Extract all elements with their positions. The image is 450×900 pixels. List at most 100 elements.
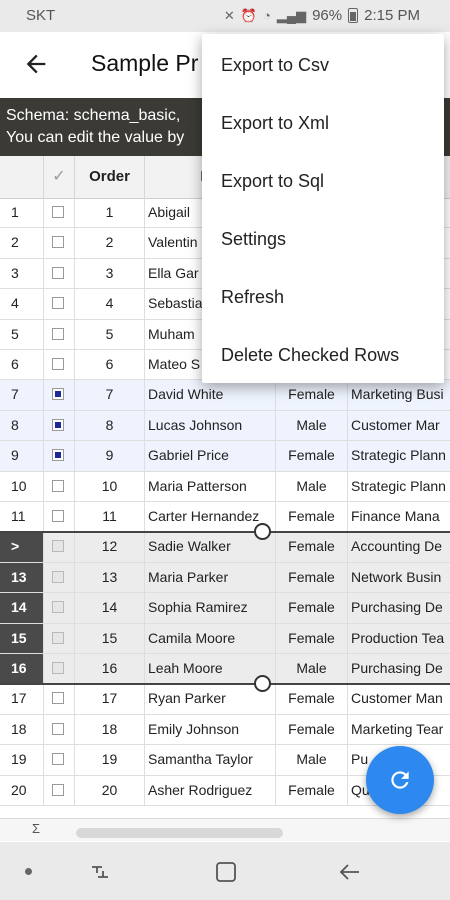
order-cell[interactable]: 8: [75, 410, 145, 441]
row-number[interactable]: 10: [0, 471, 44, 501]
row-checkbox[interactable]: [52, 266, 64, 279]
row-checkbox[interactable]: [52, 753, 64, 766]
order-cell[interactable]: 4: [75, 289, 145, 319]
gender-cell[interactable]: Female: [276, 441, 348, 471]
row-checkbox[interactable]: [52, 510, 64, 522]
order-cell[interactable]: 12: [75, 532, 145, 562]
order-cell[interactable]: 2: [75, 228, 145, 258]
team-cell[interactable]: Marketing Busi: [348, 380, 450, 410]
order-cell[interactable]: 5: [75, 319, 145, 349]
gender-cell[interactable]: Female: [276, 562, 348, 593]
row-checkbox-cell[interactable]: [44, 502, 75, 532]
row-checkbox[interactable]: [52, 418, 64, 431]
table-row[interactable]: >12 Sadie Walker Female Accounting De: [0, 532, 450, 563]
row-checkbox-cell[interactable]: [44, 410, 75, 441]
gender-cell[interactable]: Female: [276, 502, 348, 532]
row-number[interactable]: 6: [0, 350, 44, 380]
order-cell[interactable]: 6: [75, 350, 145, 380]
back-arrow-icon[interactable]: [22, 50, 50, 78]
order-cell[interactable]: 3: [75, 258, 145, 289]
row-number[interactable]: 4: [0, 289, 44, 319]
order-cell[interactable]: 7: [75, 380, 145, 410]
row-checkbox-cell[interactable]: [44, 714, 75, 745]
menu-item-export-sql[interactable]: Export to Sql: [202, 152, 444, 210]
row-checkbox[interactable]: [52, 327, 64, 340]
menu-item-settings[interactable]: Settings: [202, 210, 444, 268]
name-cell[interactable]: Gabriel Price: [145, 441, 276, 471]
table-row[interactable]: 17 17 Ryan Parker Female Customer Man: [0, 684, 450, 715]
table-row[interactable]: 7 7 David White Female Marketing Busi: [0, 380, 450, 411]
row-checkbox[interactable]: [52, 601, 64, 614]
row-number[interactable]: 11: [0, 502, 44, 532]
row-checkbox[interactable]: [52, 692, 64, 705]
row-number[interactable]: 16: [0, 654, 44, 684]
name-cell[interactable]: Maria Patterson: [145, 471, 276, 501]
row-number[interactable]: 20: [0, 775, 44, 805]
order-cell[interactable]: 20: [75, 775, 145, 805]
row-checkbox[interactable]: [52, 570, 64, 583]
row-checkbox[interactable]: [52, 236, 64, 249]
name-cell[interactable]: Camila Moore: [145, 623, 276, 653]
row-checkbox-cell[interactable]: [44, 380, 75, 410]
refresh-fab-button[interactable]: [366, 746, 434, 814]
order-cell[interactable]: 10: [75, 471, 145, 501]
table-row[interactable]: 13 13 Maria Parker Female Network Busin: [0, 562, 450, 594]
row-checkbox-cell[interactable]: [44, 562, 75, 593]
row-checkbox-cell[interactable]: [44, 654, 75, 684]
table-row[interactable]: 11 11 Carter Hernandez Female Finance Mana: [0, 502, 450, 533]
home-icon[interactable]: [214, 860, 238, 884]
name-cell[interactable]: Lucas Johnson: [145, 410, 276, 441]
row-checkbox-cell[interactable]: [44, 532, 75, 562]
row-number[interactable]: 5: [0, 319, 44, 349]
row-number[interactable]: 19: [0, 745, 44, 775]
menu-item-export-xml[interactable]: Export to Xml: [202, 94, 444, 152]
gender-cell[interactable]: Male: [276, 471, 348, 501]
row-checkbox-cell[interactable]: [44, 319, 75, 349]
name-cell[interactable]: Maria Parker: [145, 562, 276, 593]
menu-item-delete-checked-rows[interactable]: Delete Checked Rows: [202, 326, 444, 384]
gender-cell[interactable]: Female: [276, 775, 348, 805]
name-cell[interactable]: Samantha Taylor: [145, 745, 276, 775]
row-number[interactable]: 7: [0, 380, 44, 410]
row-checkbox-cell[interactable]: [44, 441, 75, 471]
order-cell[interactable]: 19: [75, 745, 145, 775]
gender-cell[interactable]: Female: [276, 380, 348, 410]
table-row[interactable]: 15 15 Camila Moore Female Production Tea: [0, 623, 450, 654]
recent-apps-icon[interactable]: [88, 860, 112, 884]
order-cell[interactable]: 11: [75, 502, 145, 532]
table-row[interactable]: 9 9 Gabriel Price Female Strategic Plann: [0, 441, 450, 472]
row-checkbox-cell[interactable]: [44, 198, 75, 228]
row-number[interactable]: 14: [0, 593, 44, 623]
row-number[interactable]: 13: [0, 562, 44, 593]
row-checkbox-cell[interactable]: [44, 775, 75, 805]
table-row[interactable]: 10 10 Maria Patterson Male Strategic Plann: [0, 471, 450, 502]
row-number[interactable]: 2: [0, 228, 44, 258]
order-cell[interactable]: 17: [75, 684, 145, 714]
team-cell[interactable]: Strategic Plann: [348, 472, 450, 501]
nav-back-icon[interactable]: [338, 860, 362, 884]
team-cell[interactable]: Production Tea: [348, 623, 450, 653]
table-row[interactable]: 18 18 Emily Johnson Female Marketing Tear: [0, 714, 450, 746]
row-checkbox[interactable]: [52, 449, 64, 462]
name-cell[interactable]: Emily Johnson: [145, 714, 276, 745]
row-checkbox[interactable]: [52, 722, 64, 735]
order-cell[interactable]: 13: [75, 562, 145, 593]
row-number[interactable]: 9: [0, 441, 44, 471]
row-number[interactable]: >: [0, 532, 44, 562]
name-cell[interactable]: Asher Rodriguez: [145, 775, 276, 805]
row-checkbox[interactable]: [52, 540, 64, 553]
row-checkbox-cell[interactable]: [44, 684, 75, 714]
row-number[interactable]: 3: [0, 258, 44, 289]
row-checkbox-cell[interactable]: [44, 289, 75, 319]
row-checkbox-cell[interactable]: [44, 258, 75, 289]
name-cell[interactable]: David White: [145, 380, 276, 410]
team-cell[interactable]: Finance Mana: [348, 502, 450, 531]
table-row[interactable]: 14 14 Sophia Ramirez Female Purchasing De: [0, 593, 450, 624]
gender-cell[interactable]: Male: [276, 745, 348, 775]
gender-cell[interactable]: Female: [276, 532, 348, 562]
row-number[interactable]: 15: [0, 623, 44, 653]
team-cell[interactable]: Purchasing De: [348, 654, 450, 684]
order-cell[interactable]: 14: [75, 593, 145, 623]
order-cell[interactable]: 18: [75, 714, 145, 745]
row-checkbox-cell[interactable]: [44, 745, 75, 775]
